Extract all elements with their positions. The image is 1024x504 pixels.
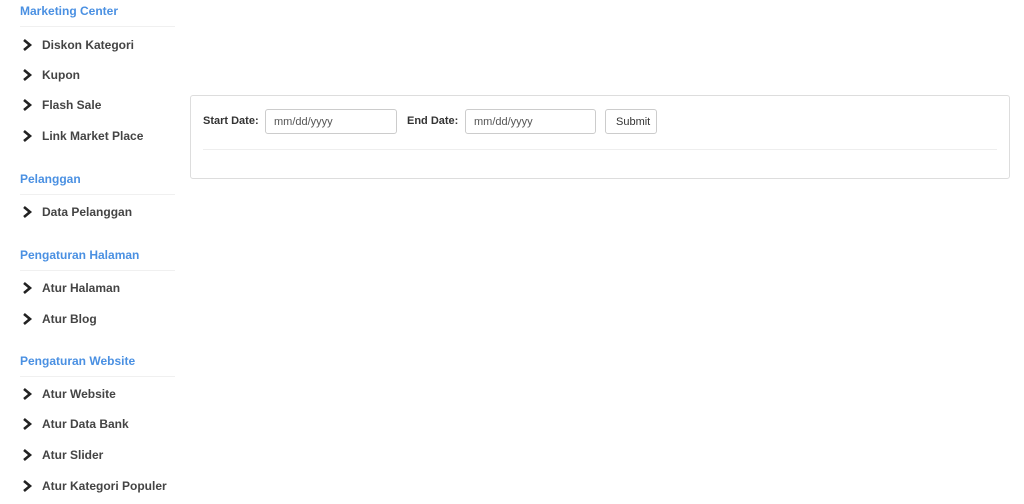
sidebar-item-label: Flash Sale (42, 98, 102, 112)
sidebar-item-label: Data Pelanggan (42, 205, 133, 219)
sidebar-item-diskon-kategori[interactable]: Diskon Kategori (20, 38, 180, 52)
sidebar-item-label: Link Market Place (42, 129, 144, 143)
sidebar-item-flash-sale[interactable]: Flash Sale (20, 98, 180, 112)
sidebar-item-kupon[interactable]: Kupon (20, 68, 180, 82)
sidebar-item-label: Kupon (42, 68, 80, 82)
sidebar-item-label: Atur Data Bank (42, 417, 129, 431)
end-date-label: End Date: (407, 115, 459, 127)
sidebar-item-atur-halaman[interactable]: Atur Halaman (20, 281, 180, 295)
sidebar-item-label: Atur Halaman (42, 281, 121, 295)
sidebar-item-atur-website[interactable]: Atur Website (20, 387, 180, 401)
sidebar-item-label: Atur Kategori Populer (42, 479, 167, 493)
start-date-label: Start Date: (203, 115, 259, 127)
sidebar-item-data-pelanggan[interactable]: Data Pelanggan (20, 205, 180, 219)
panel-divider (203, 149, 997, 150)
sidebar-item-atur-data-bank[interactable]: Atur Data Bank (20, 417, 180, 431)
chevron-right-icon (23, 69, 33, 81)
date-filter-panel: Start Date: End Date: Submit (190, 95, 1010, 179)
chevron-right-icon (23, 99, 33, 111)
section-title-pengaturan-website: Pengaturan Website (20, 354, 175, 377)
chevron-right-icon (23, 282, 33, 294)
section-title-pelanggan: Pelanggan (20, 172, 175, 195)
chevron-right-icon (23, 39, 33, 51)
sidebar-item-atur-blog[interactable]: Atur Blog (20, 312, 180, 326)
sidebar-item-atur-kategori-populer[interactable]: Atur Kategori Populer (20, 479, 180, 493)
sidebar-item-link-market-place[interactable]: Link Market Place (20, 129, 180, 143)
chevron-right-icon (23, 388, 33, 400)
chevron-right-icon (23, 449, 33, 461)
chevron-right-icon (23, 480, 33, 492)
sidebar-item-label: Atur Website (42, 387, 116, 401)
chevron-right-icon (23, 206, 33, 218)
sidebar-item-atur-slider[interactable]: Atur Slider (20, 448, 180, 462)
sidebar-item-label: Diskon Kategori (42, 38, 135, 52)
start-date-input[interactable] (265, 109, 397, 134)
section-title-pengaturan-halaman: Pengaturan Halaman (20, 248, 175, 271)
end-date-input[interactable] (465, 109, 596, 134)
chevron-right-icon (23, 130, 33, 142)
chevron-right-icon (23, 418, 33, 430)
sidebar-item-label: Atur Blog (42, 312, 97, 326)
section-title-marketing-center: Marketing Center (20, 4, 175, 27)
chevron-right-icon (23, 313, 33, 325)
sidebar-item-label: Atur Slider (42, 448, 104, 462)
submit-button[interactable]: Submit (605, 109, 657, 134)
